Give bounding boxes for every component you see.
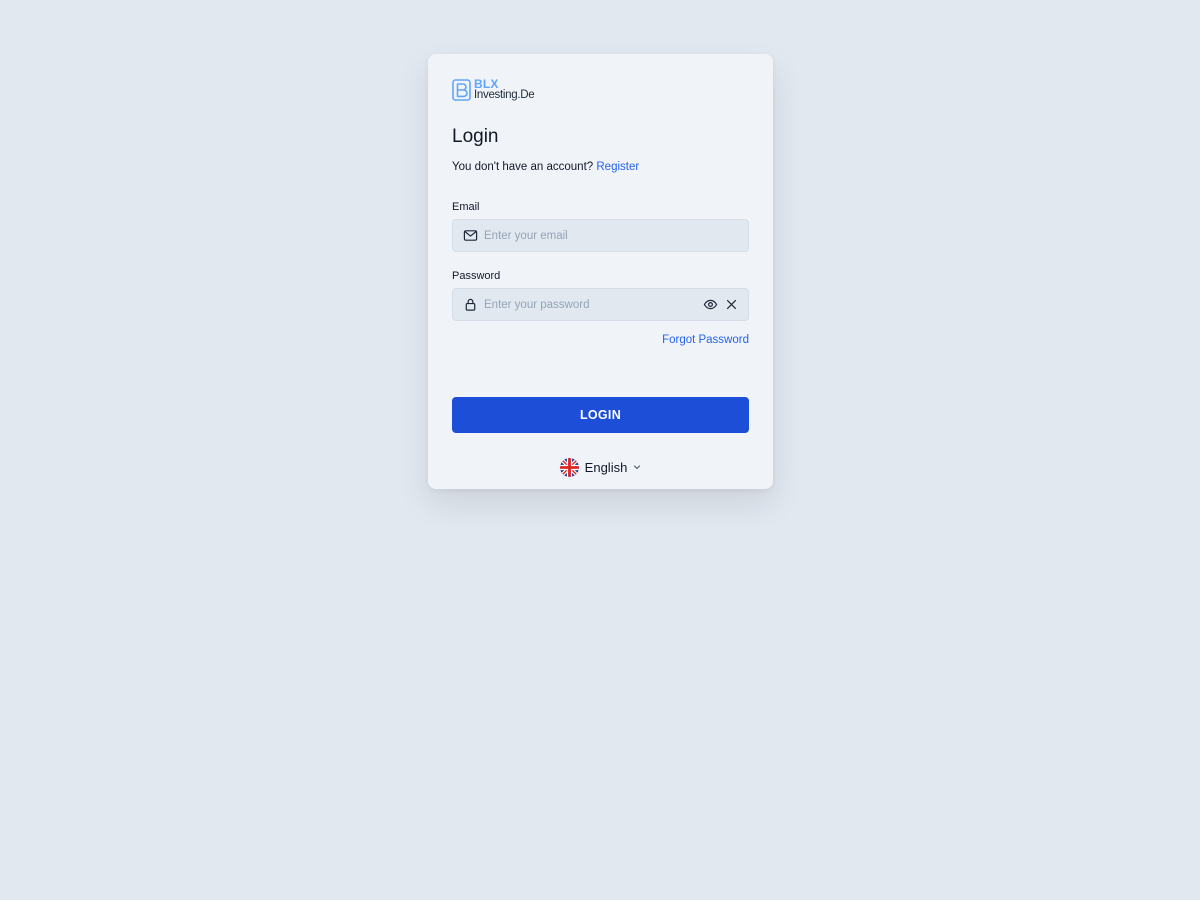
brand-name: BLX Investing.De <box>474 78 535 101</box>
eye-icon <box>703 299 717 310</box>
register-link[interactable]: Register <box>596 161 639 173</box>
login-button[interactable]: LOGIN <box>452 397 749 433</box>
mail-icon <box>463 230 478 241</box>
language-selector-row: English <box>452 457 749 477</box>
page-title: Login <box>452 126 499 147</box>
lock-icon <box>465 298 476 311</box>
clear-password-button[interactable] <box>723 297 739 313</box>
email-label: Email <box>452 201 480 213</box>
logo-b-icon <box>452 79 471 101</box>
language-selector[interactable]: English <box>559 457 642 477</box>
uk-flag-icon <box>559 457 579 477</box>
password-input[interactable] <box>484 294 697 315</box>
forgot-password-link[interactable]: Forgot Password <box>662 334 749 346</box>
toggle-password-visibility[interactable] <box>702 297 718 313</box>
brand-name-bottom: Investing.De <box>474 89 535 101</box>
password-label: Password <box>452 270 501 282</box>
chevron-down-icon <box>634 465 641 470</box>
register-prompt: You don't have an account? Register <box>452 159 749 175</box>
language-label: English <box>584 459 628 475</box>
password-field[interactable] <box>452 288 749 321</box>
email-field[interactable] <box>452 219 749 252</box>
email-input[interactable] <box>484 225 739 246</box>
no-account-text: You don't have an account? <box>452 161 594 173</box>
forgot-password-row: Forgot Password <box>452 333 749 348</box>
login-card: BLX Investing.De Login You don't have an… <box>428 54 773 489</box>
brand-logo[interactable]: BLX Investing.De <box>452 78 749 102</box>
close-icon <box>726 299 736 310</box>
